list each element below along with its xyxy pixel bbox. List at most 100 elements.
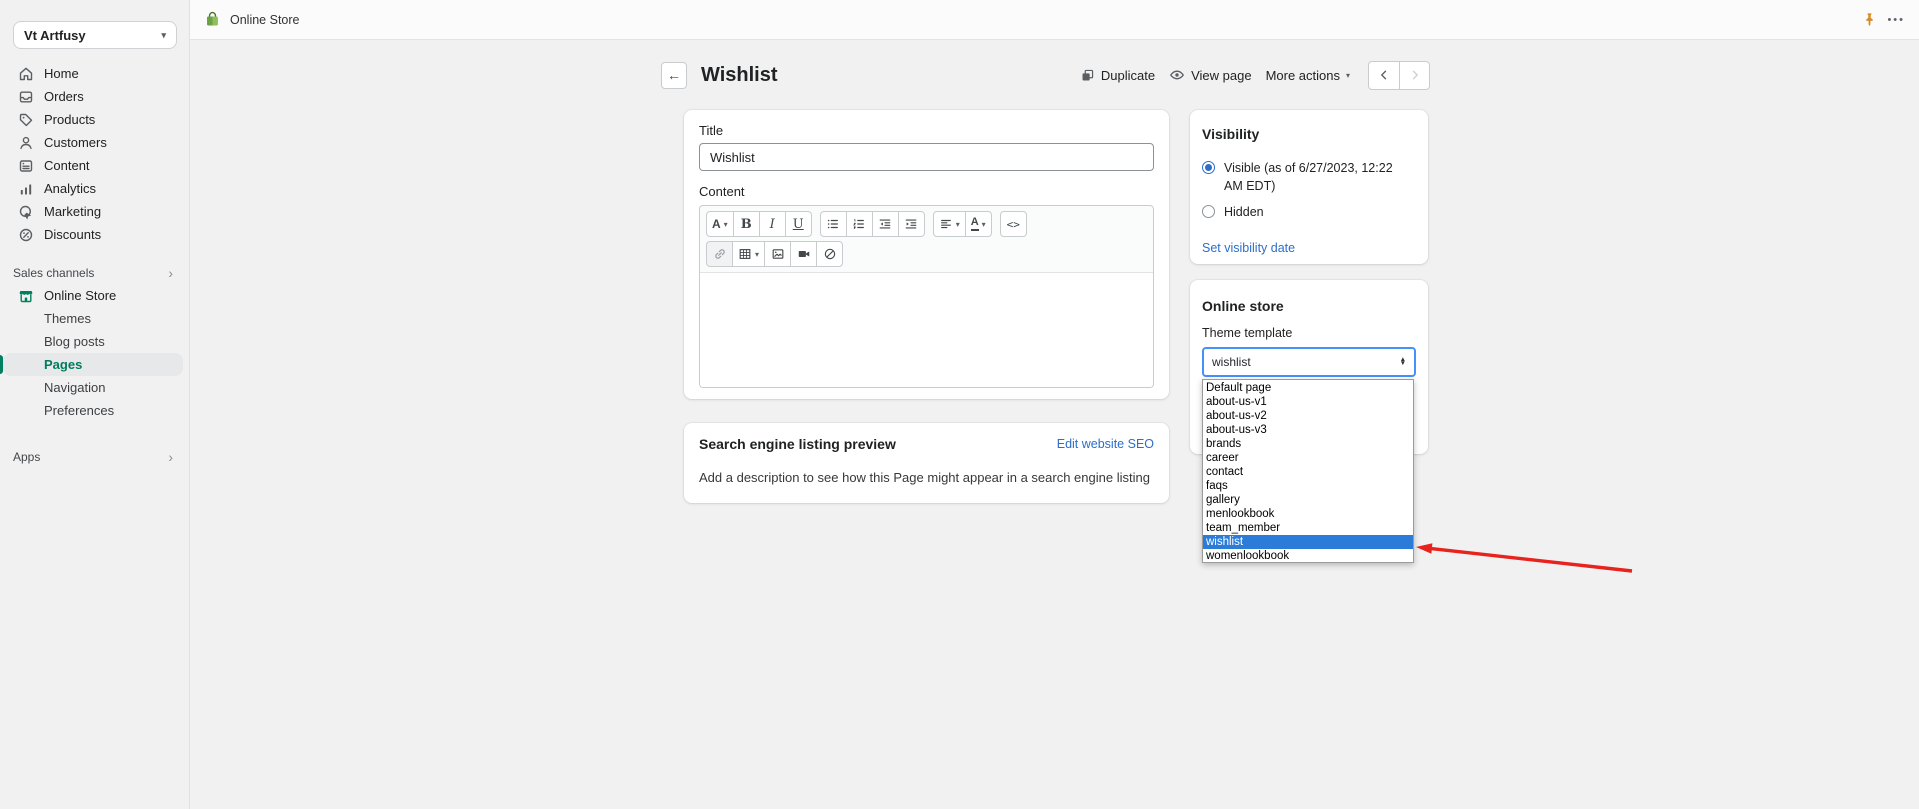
numbered-list-button[interactable] bbox=[846, 211, 873, 237]
insert-image-button[interactable] bbox=[764, 241, 791, 267]
template-option[interactable]: about-us-v3 bbox=[1203, 423, 1413, 437]
template-option[interactable]: menlookbook bbox=[1203, 507, 1413, 521]
theme-template-dropdown: Default page about-us-v1 about-us-v2 abo… bbox=[1202, 379, 1414, 563]
sidebar-item-orders[interactable]: Orders bbox=[0, 85, 189, 108]
indent-button[interactable] bbox=[898, 211, 925, 237]
template-option[interactable]: about-us-v2 bbox=[1203, 409, 1413, 423]
sidebar-item-blog-posts[interactable]: Blog posts bbox=[0, 330, 189, 353]
theme-template-select[interactable]: wishlist ▲▼ bbox=[1202, 347, 1416, 377]
visible-radio-option[interactable]: Visible (as of 6/27/2023, 12:22 AM EDT) bbox=[1202, 160, 1416, 195]
hidden-radio-option[interactable]: Hidden bbox=[1202, 204, 1416, 222]
clear-formatting-button[interactable] bbox=[816, 241, 843, 267]
next-record-button[interactable] bbox=[1399, 62, 1429, 89]
text-color-button[interactable]: A▾ bbox=[965, 211, 992, 237]
template-option[interactable]: faqs bbox=[1203, 479, 1413, 493]
duplicate-icon bbox=[1080, 68, 1095, 83]
radio-selected-icon bbox=[1202, 161, 1215, 174]
alignment-icon bbox=[939, 217, 953, 231]
numbered-list-icon bbox=[852, 217, 866, 231]
visibility-heading: Visibility bbox=[1202, 126, 1416, 142]
template-option[interactable]: gallery bbox=[1203, 493, 1413, 507]
sidebar-item-themes[interactable]: Themes bbox=[0, 307, 189, 330]
chevron-down-icon: ▾ bbox=[161, 30, 166, 41]
underline-button[interactable]: U bbox=[785, 211, 812, 237]
page-details-card: Title Content A▾ B I U ▾ A▾ bbox=[684, 110, 1169, 399]
code-view-button[interactable]: <> bbox=[1000, 211, 1027, 237]
outdent-button[interactable] bbox=[872, 211, 899, 237]
record-pager bbox=[1368, 61, 1430, 90]
template-option[interactable]: Default page bbox=[1203, 381, 1413, 395]
chevron-right-icon: › bbox=[168, 266, 173, 280]
sidebar-item-home[interactable]: Home bbox=[0, 62, 189, 85]
store-selector[interactable]: Vt Artfusy ▾ bbox=[13, 21, 177, 49]
view-page-button[interactable]: View page bbox=[1169, 67, 1251, 83]
clear-formatting-icon bbox=[823, 247, 837, 261]
template-option-highlighted[interactable]: wishlist bbox=[1203, 535, 1413, 549]
code-view-icon: <> bbox=[1007, 218, 1020, 231]
topbar-channel-label: Online Store bbox=[230, 13, 299, 27]
orders-icon bbox=[18, 89, 34, 105]
bold-button[interactable]: B bbox=[733, 211, 760, 237]
content-label: Content bbox=[699, 184, 1154, 200]
sidebar-item-pages[interactable]: Pages bbox=[3, 353, 183, 376]
template-option[interactable]: about-us-v1 bbox=[1203, 395, 1413, 409]
insert-video-button[interactable] bbox=[790, 241, 817, 267]
template-option[interactable]: brands bbox=[1203, 437, 1413, 451]
text-style-button[interactable]: A▾ bbox=[706, 211, 734, 237]
rich-text-editor: A▾ B I U ▾ A▾ <> bbox=[699, 205, 1154, 388]
sidebar-item-preferences[interactable]: Preferences bbox=[0, 399, 189, 422]
sales-channels-section[interactable]: Sales channels › bbox=[0, 261, 189, 284]
seo-heading: Search engine listing preview bbox=[699, 436, 896, 452]
content-icon bbox=[18, 158, 34, 174]
pin-icon[interactable] bbox=[1862, 12, 1877, 27]
sidebar-item-online-store[interactable]: Online Store bbox=[0, 284, 189, 307]
bullet-list-button[interactable] bbox=[820, 211, 847, 237]
template-option[interactable]: womenlookbook bbox=[1203, 549, 1413, 563]
sidebar-item-products[interactable]: Products bbox=[0, 108, 189, 131]
sidebar-item-navigation[interactable]: Navigation bbox=[0, 376, 189, 399]
storefront-icon bbox=[18, 288, 34, 304]
back-arrow-icon: ← bbox=[667, 67, 681, 83]
bold-icon: B bbox=[741, 217, 752, 232]
insert-link-button[interactable] bbox=[706, 241, 733, 267]
more-actions-button[interactable]: More actions ▾ bbox=[1266, 68, 1350, 83]
title-input[interactable] bbox=[699, 143, 1154, 171]
sidebar-item-customers[interactable]: Customers bbox=[0, 131, 189, 154]
insert-table-button[interactable]: ▾ bbox=[732, 241, 765, 267]
sidebar-item-marketing[interactable]: Marketing bbox=[0, 200, 189, 223]
discounts-icon bbox=[18, 227, 34, 243]
editor-toolbar-row-1: A▾ B I U ▾ A▾ <> bbox=[700, 206, 1153, 239]
chevron-right-icon: › bbox=[168, 450, 173, 464]
page-title: Wishlist bbox=[701, 64, 778, 87]
eye-icon bbox=[1169, 67, 1185, 83]
content-editing-area[interactable] bbox=[700, 273, 1153, 388]
set-visibility-date-link[interactable]: Set visibility date bbox=[1202, 241, 1295, 255]
sidebar-item-analytics[interactable]: Analytics bbox=[0, 177, 189, 200]
back-button[interactable]: ← bbox=[661, 62, 687, 89]
template-option[interactable]: team_member bbox=[1203, 521, 1413, 535]
overflow-dots-icon[interactable]: ••• bbox=[1887, 14, 1905, 26]
alignment-button[interactable]: ▾ bbox=[933, 211, 966, 237]
template-option[interactable]: contact bbox=[1203, 465, 1413, 479]
seo-preview-card: Search engine listing preview Edit websi… bbox=[684, 423, 1169, 503]
chevron-down-icon: ▾ bbox=[724, 220, 728, 229]
home-icon bbox=[18, 66, 34, 82]
duplicate-button[interactable]: Duplicate bbox=[1080, 68, 1155, 83]
online-store-heading: Online store bbox=[1202, 298, 1416, 314]
link-icon bbox=[713, 247, 727, 261]
italic-button[interactable]: I bbox=[759, 211, 786, 237]
chevron-down-icon: ▾ bbox=[956, 220, 960, 229]
sidebar-nav: Home Orders Products Customers Content A… bbox=[0, 62, 189, 468]
main-content: ← Wishlist Duplicate View page More acti… bbox=[190, 41, 1919, 809]
sidebar-item-discounts[interactable]: Discounts bbox=[0, 223, 189, 246]
sidebar-item-content[interactable]: Content bbox=[0, 154, 189, 177]
marketing-icon bbox=[18, 204, 34, 220]
edit-website-seo-link[interactable]: Edit website SEO bbox=[1057, 437, 1154, 451]
page-header: ← Wishlist Duplicate View page More acti… bbox=[661, 60, 1430, 90]
red-annotation-arrow bbox=[1410, 538, 1642, 586]
chevron-down-icon: ▾ bbox=[1346, 71, 1350, 80]
template-option[interactable]: career bbox=[1203, 451, 1413, 465]
underline-icon: U bbox=[793, 217, 804, 232]
apps-section[interactable]: Apps › bbox=[0, 445, 189, 468]
previous-record-button[interactable] bbox=[1369, 62, 1399, 89]
